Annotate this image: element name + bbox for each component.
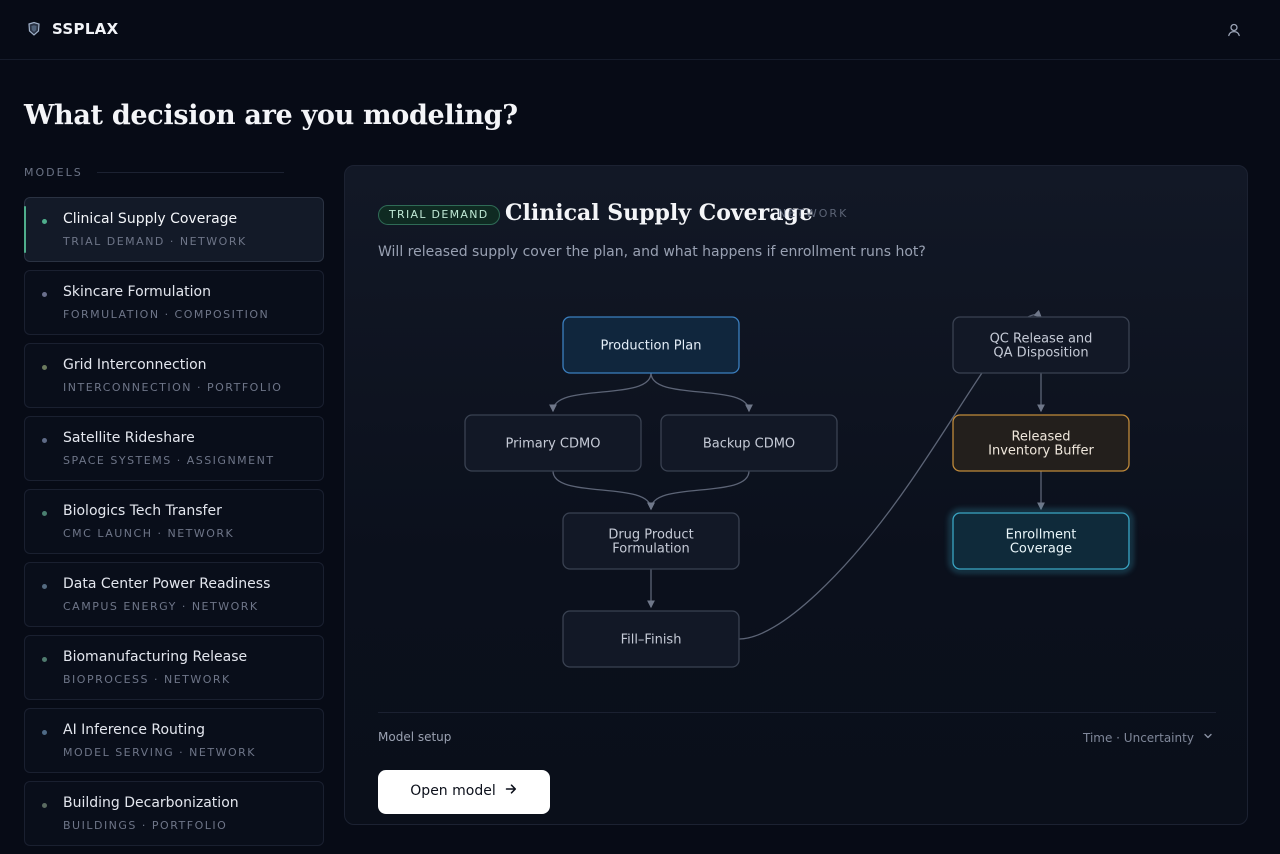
model-name: Skincare Formulation — [63, 284, 211, 300]
model-category: BIOPROCESS · NETWORK — [63, 673, 231, 686]
model-category: CMC LAUNCH · NETWORK — [63, 527, 235, 540]
edge-backup-cdmo-to-drug-product-formulation — [647, 470, 750, 511]
user-icon — [1224, 23, 1244, 44]
open-model-button[interactable]: Open model — [378, 770, 550, 814]
model-category: SPACE SYSTEMS · ASSIGNMENT — [63, 454, 275, 467]
model-category: INTERCONNECTION · PORTFOLIO — [63, 381, 283, 394]
model-name: Satellite Rideshare — [63, 430, 195, 446]
models-section-header: MODELS — [24, 164, 284, 180]
node-backup-cdmo[interactable]: Backup CDMO — [660, 414, 838, 472]
model-list-item[interactable]: Skincare Formulation FORMULATION · COMPOS… — [24, 270, 324, 335]
model-name: Building Decarbonization — [63, 795, 239, 811]
model-name: Biomanufacturing Release — [63, 649, 248, 665]
model-list-item[interactable]: Building Decarbonization BUILDINGS · PORT… — [24, 781, 324, 846]
model-setup-label: Model setup — [378, 730, 452, 744]
model-name: Clinical Supply Coverage — [63, 211, 238, 227]
brand-name: SSPLAX — [52, 20, 119, 38]
models-divider — [96, 171, 284, 173]
page-title: What decision are you modeling? — [24, 100, 518, 131]
model-name: Biologics Tech Transfer — [63, 503, 222, 519]
model-name: Grid Interconnection — [63, 357, 207, 373]
model-category: CAMPUS ENERGY · NETWORK — [63, 600, 259, 613]
node-drug-product-formulation[interactable]: Drug ProductFormulation — [562, 512, 740, 570]
edge-primary-cdmo-to-drug-product-formulation — [552, 470, 655, 511]
model-list-item[interactable]: AI Inference Routing MODEL SERVING · NETW… — [24, 708, 324, 773]
node-qc-release[interactable]: QC Release andQA Disposition — [952, 316, 1130, 374]
status-dot-icon — [42, 730, 47, 735]
model-category: FORMULATION · COMPOSITION — [63, 308, 270, 321]
user-account-button[interactable] — [1224, 20, 1244, 40]
model-name: AI Inference Routing — [63, 722, 206, 738]
status-dot-icon — [42, 803, 47, 808]
model-list: Clinical Supply Coverage TRIAL DEMAND · N… — [24, 197, 324, 854]
model-name: Data Center Power Readiness — [63, 576, 271, 592]
shield-logo-icon — [26, 21, 42, 37]
model-category: MODEL SERVING · NETWORK — [63, 746, 256, 759]
status-dot-icon — [42, 438, 47, 443]
model-list-item[interactable]: Clinical Supply Coverage TRIAL DEMAND · N… — [24, 197, 324, 262]
model-list-item[interactable]: Grid Interconnection INTERCONNECTION · PO… — [24, 343, 324, 408]
node-label: Production Plan — [601, 339, 702, 354]
node-production-plan[interactable]: Production Plan — [562, 316, 740, 374]
status-dot-icon — [42, 219, 47, 224]
network-diagram: Production Plan Primary CDMO Backup CDMO Dr… — [464, 309, 1133, 668]
model-category: BUILDINGS · PORTFOLIO — [63, 819, 228, 832]
status-dot-icon — [42, 511, 47, 516]
model-list-item[interactable]: Biologics Tech Transfer CMC LAUNCH · NETW… — [24, 489, 324, 554]
node-label: QC Release and — [990, 332, 1093, 347]
node-label: Backup CDMO — [703, 437, 795, 452]
edge-production-plan-to-backup-cdmo — [650, 372, 753, 413]
status-dot-icon — [42, 657, 47, 662]
node-label: QA Disposition — [993, 346, 1088, 361]
setup-options-value: Time · Uncertainty — [1083, 730, 1194, 745]
node-label: Coverage — [1010, 542, 1072, 557]
arrow-right-icon — [504, 782, 518, 800]
node-primary-cdmo[interactable]: Primary CDMO — [464, 414, 642, 472]
node-label: Fill–Finish — [621, 633, 682, 648]
models-label: MODELS — [24, 165, 83, 179]
node-label: Enrollment — [1006, 528, 1077, 543]
node-label: Formulation — [612, 542, 689, 557]
brand[interactable]: SSPLAX — [26, 20, 118, 38]
setup-options-dropdown[interactable]: Time · Uncertainty — [1083, 730, 1214, 745]
edge-production-plan-to-primary-cdmo — [549, 372, 652, 413]
status-dot-icon — [42, 584, 47, 589]
node-label: Drug Product — [608, 528, 693, 543]
model-list-item[interactable]: Satellite Rideshare SPACE SYSTEMS · ASSIG… — [24, 416, 324, 481]
model-list-item[interactable]: Data Center Power Readiness CAMPUS ENERGY… — [24, 562, 324, 627]
model-list-item[interactable]: Biomanufacturing Release BIOPROCESS · NET… — [24, 635, 324, 700]
status-dot-icon — [42, 292, 47, 297]
node-label: Released — [1011, 430, 1070, 445]
node-label: Primary CDMO — [506, 437, 601, 452]
node-enrollment-coverage[interactable]: EnrollmentCoverage — [949, 509, 1133, 573]
node-released-inventory-buffer[interactable]: ReleasedInventory Buffer — [952, 414, 1130, 472]
node-fill-finish[interactable]: Fill–Finish — [562, 610, 740, 668]
chevron-down-icon — [1202, 730, 1214, 745]
status-dot-icon — [42, 365, 47, 370]
model-detail-panel: TRIAL DEMAND Clinical Supply Coverage NE… — [344, 165, 1248, 825]
node-label: Inventory Buffer — [988, 444, 1094, 459]
open-model-label: Open model — [410, 782, 496, 799]
top-bar: SSPLAX — [0, 0, 1280, 60]
setup-divider — [378, 712, 1216, 713]
model-category: TRIAL DEMAND · NETWORK — [63, 235, 247, 248]
